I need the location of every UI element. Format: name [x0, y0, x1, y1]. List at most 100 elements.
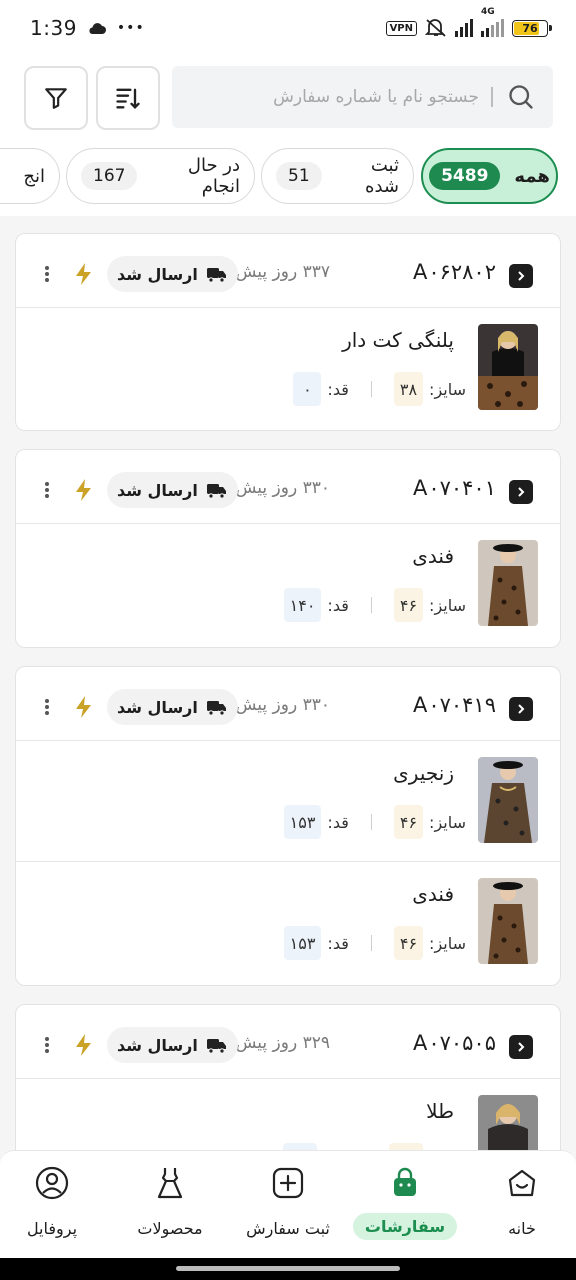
- order-age: ۳۳۰ روز پیش: [235, 478, 330, 498]
- order-age: ۳۳۷ روز پیش: [235, 262, 330, 282]
- nav-orders[interactable]: سفارشات: [352, 1165, 458, 1249]
- order-code: A۰۷۰۵۰۵: [412, 1031, 496, 1055]
- nav-profile[interactable]: پروفایل: [0, 1165, 104, 1249]
- sort-button[interactable]: [96, 66, 160, 130]
- dress-icon: [157, 1168, 183, 1199]
- nav-label: خانه: [508, 1219, 536, 1238]
- order-item[interactable]: فندی سایز: ۴۶ قد: ۱۴۰: [16, 524, 560, 644]
- order-item[interactable]: زنجیری سایز: ۴۶ قد: ۱۵۳: [16, 741, 560, 861]
- order-code: A۰۷۰۴۱۹: [412, 693, 496, 717]
- order-card[interactable]: A۰۶۲۸۰۲ ۳۳۷ روز پیش ارسال شد پلنگی کت دا…: [15, 233, 561, 431]
- product-name: فندی: [412, 544, 454, 568]
- product-attributes: سایز: ۴۶ قد: ۱۴۰: [283, 588, 466, 622]
- more-options-icon[interactable]: [42, 478, 52, 502]
- size-label: سایز:: [429, 812, 466, 832]
- size-value: ۴۶: [393, 588, 424, 622]
- order-code: A۰۶۲۸۰۲: [412, 260, 496, 284]
- shopping-bag-icon: [394, 1167, 416, 1196]
- product-name: طلا: [426, 1099, 454, 1123]
- order-age: ۳۲۹ روز پیش: [235, 1033, 330, 1053]
- order-header: A۰۷۰۴۱۹ ۳۳۰ روز پیش ارسال شد: [16, 667, 560, 741]
- more-options-icon[interactable]: [42, 1033, 52, 1057]
- tab-all[interactable]: همه 5489: [421, 148, 558, 204]
- product-image: [478, 540, 538, 626]
- divider: [370, 381, 372, 397]
- chevron-right-icon[interactable]: [509, 264, 533, 288]
- status-tabs: همه 5489 ثبت شده 51 در حال انجام 167 انج: [0, 148, 576, 204]
- size-value: ۴۶: [393, 926, 424, 960]
- chevron-right-icon[interactable]: [509, 697, 533, 721]
- tab-count: 51: [276, 162, 322, 190]
- delivery-truck-icon: [206, 268, 226, 283]
- order-card[interactable]: A۰۷۰۴۱۹ ۳۳۰ روز پیش ارسال شد زنجیری سایز…: [15, 666, 561, 986]
- delivery-truck-icon: [206, 701, 226, 716]
- product-name: زنجیری: [393, 761, 454, 785]
- product-attributes: سایز: ۳۸ قد: ۰: [293, 372, 466, 406]
- bolt-icon: [76, 263, 91, 285]
- delivery-truck-icon: [206, 1039, 226, 1054]
- delivery-truck-icon: [206, 484, 226, 499]
- nav-label: محصولات: [137, 1219, 203, 1238]
- chevron-right-icon[interactable]: [509, 1035, 533, 1059]
- battery-level: 76: [522, 21, 538, 35]
- nav-add-order[interactable]: ثبت سفارش: [236, 1165, 340, 1249]
- filter-icon: [45, 88, 67, 109]
- divider: [370, 935, 372, 951]
- size-label: سایز:: [429, 933, 466, 953]
- nav-products[interactable]: محصولات: [118, 1165, 222, 1249]
- mute-icon: [425, 19, 446, 37]
- search-input[interactable]: جستجو نام یا شماره سفارش: [172, 66, 553, 128]
- search-placeholder: جستجو نام یا شماره سفارش: [273, 87, 493, 107]
- order-item[interactable]: فندی سایز: ۴۶ قد: ۱۵۳: [16, 861, 560, 981]
- more-options-icon[interactable]: [42, 695, 52, 719]
- product-image: [478, 878, 538, 964]
- home-indicator[interactable]: [176, 1266, 400, 1271]
- order-item[interactable]: پلنگی کت دار سایز: ۳۸ قد: ۰: [16, 308, 560, 428]
- tab-count: 5489: [429, 162, 501, 190]
- nav-label: پروفایل: [26, 1219, 78, 1238]
- height-value: ۱۴۰: [283, 588, 322, 622]
- status-badge: ارسال شد: [107, 256, 238, 292]
- nav-home[interactable]: خانه: [470, 1165, 574, 1249]
- product-image: [478, 324, 538, 410]
- height-label: قد:: [327, 933, 349, 953]
- battery-icon: 76: [512, 19, 552, 37]
- vpn-badge: VPN: [385, 20, 417, 36]
- order-header: A۰۷۰۴۰۱ ۳۳۰ روز پیش ارسال شد: [16, 450, 560, 524]
- status-text: ارسال شد: [117, 480, 198, 500]
- order-card[interactable]: A۰۷۰۴۰۱ ۳۳۰ روز پیش ارسال شد فندی سایز: …: [15, 449, 561, 648]
- tab-label: انج: [23, 165, 45, 187]
- cloud-icon: [89, 23, 106, 34]
- order-age: ۳۳۰ روز پیش: [235, 695, 330, 715]
- bolt-icon: [76, 1034, 91, 1056]
- bolt-icon: [76, 479, 91, 501]
- sort-icon: [116, 88, 140, 109]
- signal-bars-icon: [455, 19, 473, 37]
- size-value: ۴۶: [393, 805, 424, 839]
- status-more-dots: •••: [116, 20, 145, 36]
- signal-4g-icon: 4G: [481, 7, 504, 37]
- divider: [370, 814, 372, 830]
- tab-label: ثبت شده: [365, 155, 399, 197]
- tab-done[interactable]: انج: [0, 148, 60, 204]
- filter-button[interactable]: [24, 66, 88, 130]
- tab-registered[interactable]: ثبت شده 51: [261, 148, 414, 204]
- height-label: قد:: [327, 595, 349, 615]
- add-order-icon: [272, 1167, 304, 1199]
- bolt-icon: [76, 696, 91, 718]
- nav-label: ثبت سفارش: [246, 1219, 330, 1238]
- height-value: ۰: [293, 372, 322, 406]
- size-label: سایز:: [429, 595, 466, 615]
- tab-in-progress[interactable]: در حال انجام 167: [66, 148, 255, 204]
- status-badge: ارسال شد: [107, 1027, 238, 1063]
- gesture-bar: [0, 1258, 576, 1280]
- status-text: ارسال شد: [117, 264, 198, 284]
- chevron-right-icon[interactable]: [509, 480, 533, 504]
- product-name: فندی: [412, 882, 454, 906]
- home-icon: [508, 1169, 536, 1197]
- more-options-icon[interactable]: [42, 262, 52, 286]
- product-attributes: سایز: ۴۶ قد: ۱۵۳: [283, 926, 466, 960]
- order-header: A۰۷۰۵۰۵ ۳۲۹ روز پیش ارسال شد: [16, 1005, 560, 1079]
- size-label: سایز:: [429, 379, 466, 399]
- network-label: 4G: [481, 7, 495, 17]
